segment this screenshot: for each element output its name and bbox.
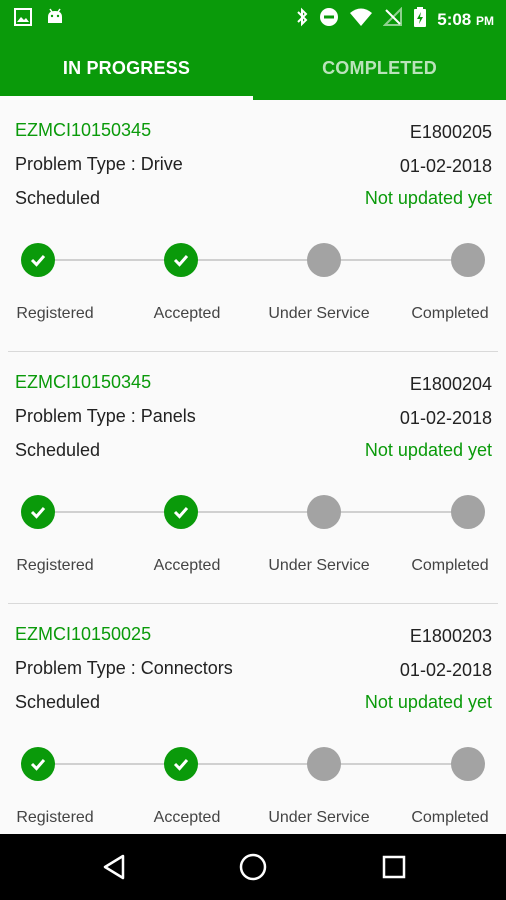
problem-type: Problem Type : Drive xyxy=(15,154,183,174)
tab-completed[interactable]: COMPLETED xyxy=(253,36,506,100)
request-date: 01-02-2018 xyxy=(399,408,492,428)
step-label-under-service: Under Service xyxy=(268,557,370,574)
image-icon xyxy=(14,8,32,31)
request-card[interactable]: EZMCI10150345 E1800205 Problem Type : Dr… xyxy=(0,100,506,352)
step-completed-dot xyxy=(451,747,485,781)
request-card[interactable]: EZMCI10150025 E1800203 Problem Type : Co… xyxy=(0,604,506,834)
step-registered-check-icon xyxy=(21,243,55,277)
step-label-accepted: Accepted xyxy=(153,305,221,322)
request-id: EZMCI10150025 xyxy=(15,624,152,644)
tab-bar: IN PROGRESS COMPLETED xyxy=(0,36,506,100)
tab-in-progress[interactable]: IN PROGRESS xyxy=(0,36,253,100)
android-icon xyxy=(46,8,64,31)
step-completed-dot xyxy=(451,495,485,529)
update-status: Not updated yet xyxy=(364,440,492,460)
step-label-under-service: Under Service xyxy=(268,809,370,826)
request-list[interactable]: EZMCI10150345 E1800205 Problem Type : Dr… xyxy=(0,100,506,834)
status-time: 5:08 PM xyxy=(437,9,494,29)
problem-type: Problem Type : Connectors xyxy=(15,658,233,678)
step-under-service-dot xyxy=(307,243,341,277)
no-signal-icon xyxy=(382,6,403,32)
back-icon[interactable] xyxy=(98,851,130,883)
request-date: 01-02-2018 xyxy=(399,660,492,680)
step-label-under-service: Under Service xyxy=(268,305,370,322)
bluetooth-icon xyxy=(295,7,309,32)
battery-charging-icon xyxy=(413,6,427,33)
home-icon[interactable] xyxy=(237,851,269,883)
progress-track xyxy=(38,511,468,513)
step-label-completed: Completed xyxy=(411,557,489,574)
request-code: E1800203 xyxy=(409,626,492,646)
navigation-bar xyxy=(0,834,506,900)
step-accepted-check-icon xyxy=(164,495,198,529)
step-label-completed: Completed xyxy=(411,809,489,826)
step-label-registered: Registered xyxy=(16,809,94,826)
progress-track xyxy=(38,763,468,765)
request-code: E1800205 xyxy=(409,122,492,142)
step-label-accepted: Accepted xyxy=(153,557,221,574)
step-completed-dot xyxy=(451,243,485,277)
request-card[interactable]: EZMCI10150345 E1800204 Problem Type : Pa… xyxy=(0,352,506,604)
request-status: Scheduled xyxy=(15,188,101,208)
step-label-registered: Registered xyxy=(16,305,94,322)
request-status: Scheduled xyxy=(15,692,101,712)
status-right-icons: 5:08 PM xyxy=(295,6,494,33)
status-left-icons xyxy=(14,8,64,31)
step-under-service-dot xyxy=(307,747,341,781)
request-status: Scheduled xyxy=(15,440,101,460)
update-status: Not updated yet xyxy=(364,188,492,208)
status-bar: 5:08 PM xyxy=(0,0,506,36)
step-under-service-dot xyxy=(307,495,341,529)
step-accepted-check-icon xyxy=(164,243,198,277)
step-registered-check-icon xyxy=(21,747,55,781)
recents-icon[interactable] xyxy=(378,851,410,883)
request-id: EZMCI10150345 xyxy=(15,372,152,392)
request-date: 01-02-2018 xyxy=(399,156,492,176)
step-label-registered: Registered xyxy=(16,557,94,574)
step-label-accepted: Accepted xyxy=(153,809,221,826)
progress-track xyxy=(38,259,468,261)
step-label-completed: Completed xyxy=(411,305,489,322)
step-accepted-check-icon xyxy=(164,747,198,781)
request-id: EZMCI10150345 xyxy=(15,120,152,140)
wifi-icon xyxy=(349,7,373,32)
update-status: Not updated yet xyxy=(364,692,492,712)
request-code: E1800204 xyxy=(409,374,492,394)
do-not-disturb-icon xyxy=(319,7,339,32)
problem-type: Problem Type : Panels xyxy=(15,406,196,426)
step-registered-check-icon xyxy=(21,495,55,529)
